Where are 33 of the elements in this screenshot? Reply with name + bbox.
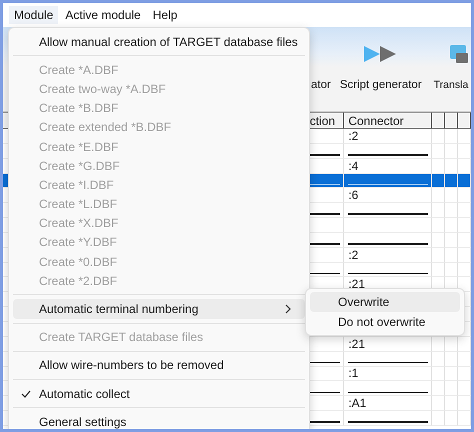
table-cell: :4 — [348, 158, 358, 173]
table-cell: :21 — [348, 277, 365, 292]
column-header[interactable]: Connector — [344, 112, 432, 129]
table-cell: :6 — [348, 188, 358, 202]
table-cell: :2 — [348, 248, 358, 262]
wire-line — [310, 184, 340, 186]
table-cell: :2 — [348, 128, 358, 143]
menu-bar-item[interactable]: Help — [148, 6, 182, 24]
column-header[interactable] — [458, 112, 471, 129]
wire-line — [310, 272, 340, 274]
column-header[interactable] — [445, 112, 458, 129]
wire-line — [310, 213, 340, 215]
table-cell: :1 — [348, 366, 358, 380]
menu-item[interactable]: General settings — [13, 412, 305, 429]
menu-bar-item[interactable]: Module — [9, 6, 58, 24]
menu-item[interactable]: Overwrite — [310, 292, 460, 312]
menu-bar-item[interactable]: Active module — [60, 6, 146, 24]
play-icon — [364, 45, 398, 63]
table-cell: :A1 — [348, 396, 366, 410]
wire-line — [310, 362, 340, 364]
menu-item[interactable]: Do not overwrite — [310, 312, 460, 332]
translate-icon — [450, 45, 468, 63]
wire-line — [310, 243, 340, 245]
toolbar-button[interactable]: Script generator — [340, 45, 422, 91]
table-cell: :21 — [348, 336, 365, 351]
wire-line — [310, 154, 340, 156]
wire-line — [310, 421, 340, 423]
column-header[interactable] — [432, 112, 446, 129]
toolbar-button[interactable]: Transla — [436, 45, 468, 91]
menu-item[interactable]: Automatic terminal numbering — [13, 299, 305, 319]
wire-line — [310, 392, 340, 394]
toolbar-button[interactable]: ator — [311, 79, 331, 91]
menu-item[interactable]: Allow manual creation of TARGET database files — [13, 32, 305, 52]
